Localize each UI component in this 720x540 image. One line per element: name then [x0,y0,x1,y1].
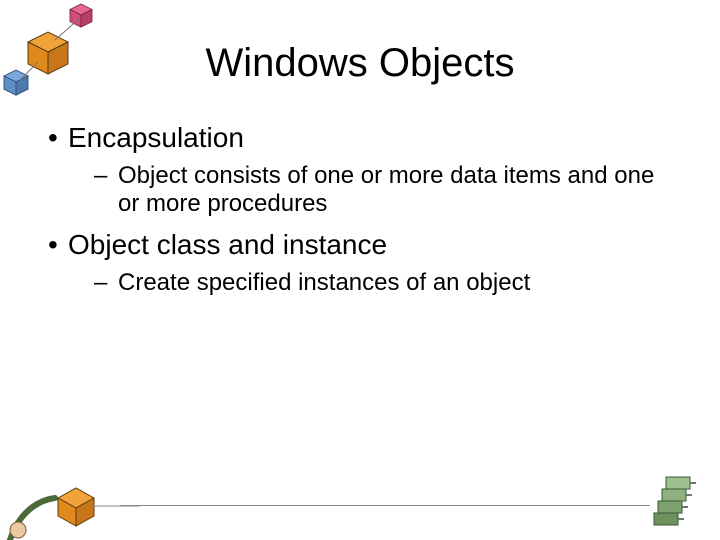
bullet-marker: – [94,269,118,297]
bullet-marker: – [94,162,118,190]
bullet-marker: • [48,122,68,154]
slide: Windows Objects • Encapsulation – Object… [0,0,720,540]
bullet-level2: – Create specified instances of an objec… [94,269,668,297]
bullet-text: Encapsulation [68,122,244,154]
bullet-text: Object consists of one or more data item… [118,162,668,219]
bullet-level1: • Object class and instance [48,229,668,261]
bullet-level1: • Encapsulation [48,122,668,154]
slide-body: • Encapsulation – Object consists of one… [48,122,668,307]
decorative-horizontal-line [120,505,650,506]
slide-title: Windows Objects [0,41,720,86]
bullet-text: Create specified instances of an object [118,269,530,297]
decorative-person-bottom-left [0,470,160,540]
decorative-stack-bottom-right [652,475,702,530]
bullet-marker: • [48,229,68,261]
bullet-text: Object class and instance [68,229,387,261]
bullet-level2: – Object consists of one or more data it… [94,162,668,219]
